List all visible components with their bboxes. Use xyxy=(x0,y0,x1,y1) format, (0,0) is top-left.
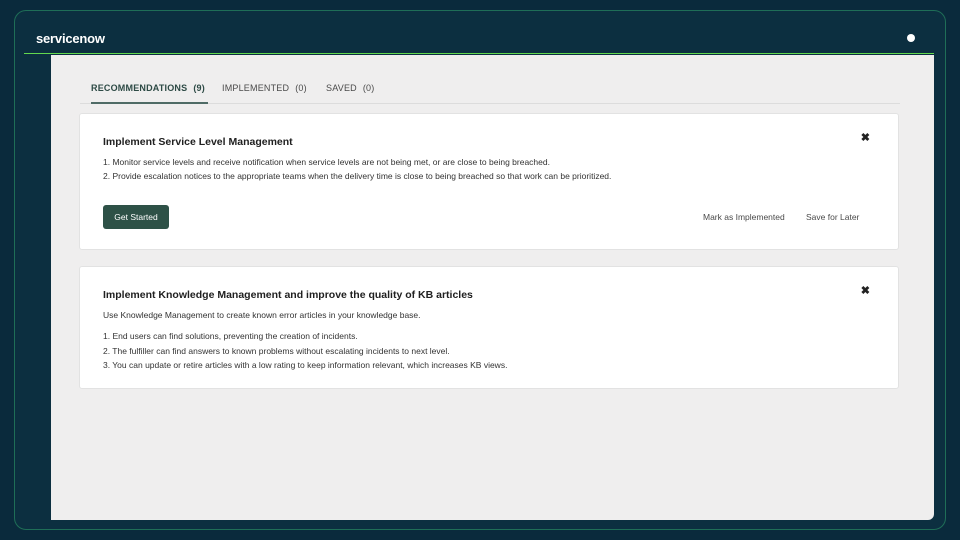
tab-count: (0) xyxy=(362,83,375,93)
recommendation-card: Implement Knowledge Management and impro… xyxy=(79,266,899,389)
card-line: 1. End users can find solutions, prevent… xyxy=(103,331,358,341)
save-for-later-link[interactable]: Save for Later xyxy=(806,212,859,222)
card-intro: Use Knowledge Management to create known… xyxy=(103,310,421,320)
tab-count: (0) xyxy=(295,83,307,93)
card-title: Implement Service Level Management xyxy=(103,136,293,148)
tab-label: RECOMMENDATIONS xyxy=(91,83,188,93)
help-icon[interactable] xyxy=(907,34,915,42)
recommendation-card: Implement Service Level Management ✖ 1. … xyxy=(79,113,899,250)
close-icon[interactable]: ✖ xyxy=(861,286,870,297)
tab-implemented[interactable]: IMPLEMENTED (0) xyxy=(222,83,307,104)
tab-saved[interactable]: SAVED (0) xyxy=(326,83,374,104)
tab-recommendations[interactable]: RECOMMENDATIONS (9) xyxy=(91,83,208,104)
tab-count: (9) xyxy=(193,83,205,93)
top-bar: servicenow xyxy=(24,24,934,54)
card-line: 1. Monitor service levels and receive no… xyxy=(103,157,550,167)
main-content: RECOMMENDATIONS (9) IMPLEMENTED (0) SAVED (… xyxy=(51,55,934,520)
servicenow-logo: servicenow xyxy=(36,31,105,46)
card-line: 2. Provide escalation notices to the app… xyxy=(103,171,612,181)
tab-label: SAVED xyxy=(326,83,357,93)
mark-as-implemented-link[interactable]: Mark as Implemented xyxy=(703,212,785,222)
close-icon[interactable]: ✖ xyxy=(861,133,870,144)
tab-bar: RECOMMENDATIONS (9) IMPLEMENTED (0) SAVED (… xyxy=(80,77,900,104)
card-title: Implement Knowledge Management and impro… xyxy=(103,289,473,301)
card-line: 2. The fulfiller can find answers to kno… xyxy=(103,346,450,356)
card-line: 3. You can update or retire articles wit… xyxy=(103,360,508,370)
get-started-button[interactable]: Get Started xyxy=(103,205,169,229)
tab-label: IMPLEMENTED xyxy=(222,83,290,93)
